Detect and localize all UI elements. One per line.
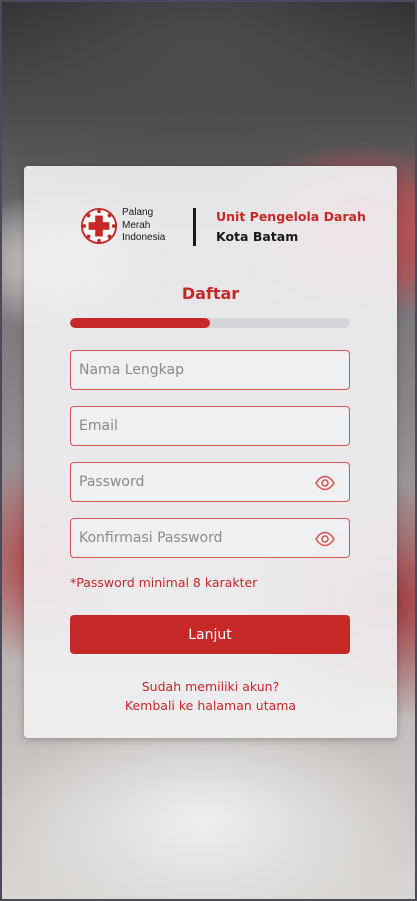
continue-button[interactable]: Lanjut (70, 615, 350, 654)
red-cross-icon (80, 207, 118, 245)
logo-text: Palang Merah Indonesia (122, 207, 182, 245)
page-title: Daftar (181, 284, 240, 303)
background-photo: Palang Merah Indonesia Unit Pengelola Da… (0, 0, 417, 901)
logo-line-1: Palang (122, 207, 154, 218)
password-input[interactable] (71, 463, 349, 501)
brand-header: Palang Merah Indonesia Unit Pengelola Da… (80, 206, 366, 250)
logo-line-3: Indonesia (122, 232, 166, 243)
home-link[interactable]: Kembali ke halaman utama (24, 696, 397, 715)
registration-progress (70, 318, 350, 328)
header-divider (193, 208, 196, 246)
full-name-field (70, 350, 350, 390)
password-hint: *Password minimal 8 karakter (70, 575, 258, 590)
confirm-password-field (70, 518, 350, 558)
email-input[interactable] (71, 407, 349, 445)
footer-links: Sudah memiliki akun? Kembali ke halaman … (24, 677, 397, 715)
confirm-password-input[interactable] (71, 519, 349, 557)
login-link[interactable]: Sudah memiliki akun? (24, 677, 397, 696)
progress-fill (70, 318, 210, 328)
email-field (70, 406, 350, 446)
password-field (70, 462, 350, 502)
logo-line-2: Merah (122, 219, 151, 231)
full-name-input[interactable] (71, 351, 349, 389)
unit-city: Kota Batam (216, 229, 299, 244)
eye-icon[interactable] (315, 531, 335, 547)
unit-title: Unit Pengelola Darah (216, 209, 366, 224)
register-card: Palang Merah Indonesia Unit Pengelola Da… (24, 166, 397, 738)
eye-icon[interactable] (315, 475, 335, 491)
